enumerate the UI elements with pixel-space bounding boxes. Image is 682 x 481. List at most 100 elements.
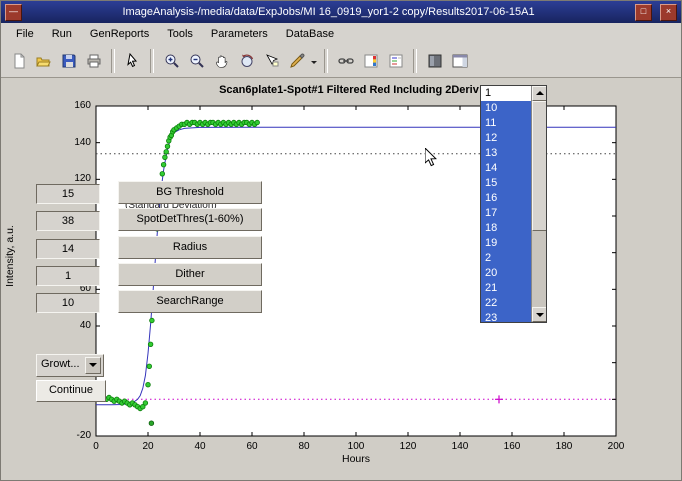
toolbar-separator xyxy=(324,49,328,73)
listbox-item-22[interactable]: 22 xyxy=(481,296,531,311)
plot-browser-icon xyxy=(452,53,468,69)
new-file-icon xyxy=(11,53,27,69)
zoom-out-button[interactable] xyxy=(184,48,209,73)
x-tick-label: 120 xyxy=(391,441,425,452)
menu-run[interactable]: Run xyxy=(43,25,81,43)
close-button[interactable]: × xyxy=(660,4,677,21)
listbox-item-12[interactable]: 12 xyxy=(481,131,531,146)
menu-file[interactable]: File xyxy=(7,25,43,43)
x-tick-label: 80 xyxy=(287,441,321,452)
listbox-item-2[interactable]: 2 xyxy=(481,251,531,266)
x-tick-label: 20 xyxy=(131,441,165,452)
x-tick-label: 60 xyxy=(235,441,269,452)
rotate-3d-icon xyxy=(239,53,255,69)
zoom-in-icon xyxy=(164,53,180,69)
listbox-item-14[interactable]: 14 xyxy=(481,161,531,176)
y-tick-label: 140 xyxy=(55,137,91,148)
listbox-item-11[interactable]: 11 xyxy=(481,116,531,131)
param-button-1[interactable]: SpotDetThres(1-60%) xyxy=(118,208,262,231)
listbox-item-13[interactable]: 13 xyxy=(481,146,531,161)
listbox-item-21[interactable]: 21 xyxy=(481,281,531,296)
x-tick-label: 140 xyxy=(443,441,477,452)
scroll-thumb[interactable] xyxy=(532,101,547,231)
param-field-3[interactable]: 1 xyxy=(36,266,100,286)
data-cursor-button[interactable] xyxy=(259,48,284,73)
open-folder-icon xyxy=(36,53,52,69)
brush-button[interactable] xyxy=(284,48,309,73)
rotate-3d-button[interactable] xyxy=(234,48,259,73)
listbox-items: 110111213141516171819220212223 xyxy=(481,86,531,322)
param-field-2[interactable]: 14 xyxy=(36,239,100,259)
toolbar xyxy=(1,44,681,78)
minimize-button[interactable]: □ xyxy=(635,4,652,21)
mouse-cursor xyxy=(425,148,438,168)
figure-palette-button[interactable] xyxy=(422,48,447,73)
listbox-item-15[interactable]: 15 xyxy=(481,176,531,191)
y-tick-label: -20 xyxy=(55,430,91,441)
menu-database[interactable]: DataBase xyxy=(277,25,343,43)
listbox-item-17[interactable]: 17 xyxy=(481,206,531,221)
link-plots-icon xyxy=(338,53,354,69)
print-button[interactable] xyxy=(81,48,106,73)
pan-button[interactable] xyxy=(209,48,234,73)
menu-tools[interactable]: Tools xyxy=(158,25,202,43)
save-floppy-icon xyxy=(61,53,77,69)
zoom-in-button[interactable] xyxy=(159,48,184,73)
titlebar[interactable]: — ImageAnalysis-/media/data/ExpJobs/MI 1… xyxy=(1,1,681,23)
continue-button[interactable]: Continue xyxy=(36,380,106,402)
growth-dropdown[interactable]: Growt... xyxy=(36,354,104,377)
param-field-4[interactable]: 10 xyxy=(36,293,100,313)
menu-parameters[interactable]: Parameters xyxy=(202,25,277,43)
chevron-down-icon xyxy=(85,357,101,374)
listbox-item-10[interactable]: 10 xyxy=(481,101,531,116)
param-field-1[interactable]: 38 xyxy=(36,211,100,231)
insert-colorbar-icon xyxy=(363,53,379,69)
figure-palette-icon xyxy=(427,53,443,69)
x-tick-label: 0 xyxy=(79,441,113,452)
y-tick-label: 160 xyxy=(55,100,91,111)
listbox-item-19[interactable]: 19 xyxy=(481,236,531,251)
listbox-scrollbar[interactable] xyxy=(531,86,546,322)
param-button-0[interactable]: BG Threshold xyxy=(118,181,262,204)
x-tick-label: 40 xyxy=(183,441,217,452)
listbox-item-18[interactable]: 18 xyxy=(481,221,531,236)
plot-browser-button[interactable] xyxy=(447,48,472,73)
save-button[interactable] xyxy=(56,48,81,73)
printer-icon xyxy=(86,53,102,69)
brush-dropdown-button[interactable] xyxy=(309,48,319,73)
menubar: FileRunGenReportsToolsParametersDataBase xyxy=(1,23,681,45)
edit-plot-button[interactable] xyxy=(120,48,145,73)
param-button-3[interactable]: Dither xyxy=(118,263,262,286)
scroll-down-arrow-icon[interactable] xyxy=(532,307,547,322)
link-plots-button[interactable] xyxy=(333,48,358,73)
number-listbox[interactable]: 110111213141516171819220212223 xyxy=(480,85,547,323)
insert-legend-icon xyxy=(388,53,404,69)
menu-genreports[interactable]: GenReports xyxy=(81,25,158,43)
insert-legend-button[interactable] xyxy=(383,48,408,73)
x-tick-label: 180 xyxy=(547,441,581,452)
cursor-arrow-icon xyxy=(125,53,141,69)
pan-hand-icon xyxy=(214,53,230,69)
new-file-button[interactable] xyxy=(6,48,31,73)
app-window: — ImageAnalysis-/media/data/ExpJobs/MI 1… xyxy=(0,0,682,481)
open-file-button[interactable] xyxy=(31,48,56,73)
insert-colorbar-button[interactable] xyxy=(358,48,383,73)
window-title: ImageAnalysis-/media/data/ExpJobs/MI 16_… xyxy=(26,6,631,18)
plot-canvas xyxy=(1,77,682,481)
figure-area: 020406080100120140160180200-200204060801… xyxy=(1,77,682,481)
y-axis-label: Intensity, a.u. xyxy=(4,146,16,366)
param-button-2[interactable]: Radius xyxy=(118,236,262,259)
window-menu-button[interactable]: — xyxy=(5,4,22,21)
toolbar-separator xyxy=(413,49,417,73)
y-tick-label: 120 xyxy=(55,173,91,184)
param-button-4[interactable]: SearchRange xyxy=(118,290,262,313)
param-field-0[interactable]: 15 xyxy=(36,184,100,204)
listbox-item-1[interactable]: 1 xyxy=(481,86,531,101)
scroll-up-arrow-icon[interactable] xyxy=(532,86,547,101)
listbox-item-16[interactable]: 16 xyxy=(481,191,531,206)
listbox-item-23[interactable]: 23 xyxy=(481,311,531,322)
x-tick-label: 100 xyxy=(339,441,373,452)
minimize-icon: □ xyxy=(641,6,646,16)
x-tick-label: 200 xyxy=(599,441,633,452)
listbox-item-20[interactable]: 20 xyxy=(481,266,531,281)
